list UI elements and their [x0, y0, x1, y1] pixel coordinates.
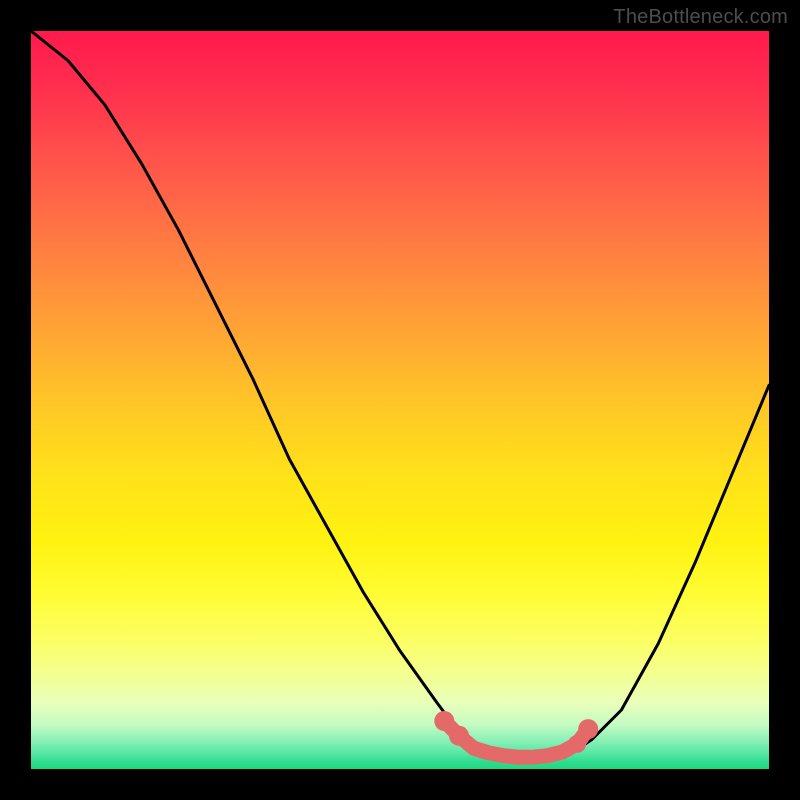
plot-area [31, 31, 769, 769]
marker-dot [449, 726, 469, 746]
marker-dots [434, 711, 598, 753]
bottleneck-curve [31, 31, 769, 758]
watermark-text: TheBottleneck.com [613, 6, 788, 29]
chart-frame: TheBottleneck.com [0, 0, 800, 800]
marker-dot [568, 735, 586, 753]
marker-dot [434, 711, 454, 731]
curve-layer [31, 31, 769, 769]
